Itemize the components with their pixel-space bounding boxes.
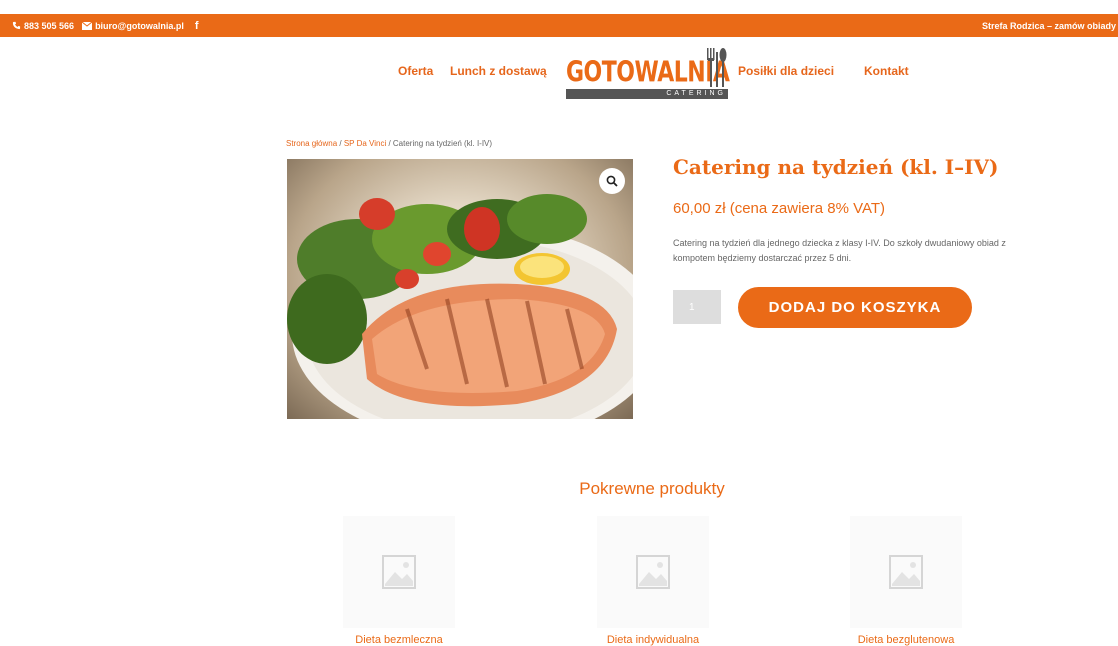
image-placeholder-icon: [382, 555, 416, 589]
product-price: 60,00 zł (cena zawiera 8% VAT): [673, 200, 886, 217]
product-description: Catering na tydzień dla jednego dziecka …: [673, 238, 1006, 263]
product-image[interactable]: [287, 159, 633, 419]
image-placeholder-icon: [636, 555, 670, 589]
nav-item-oferta[interactable]: Oferta: [398, 64, 433, 78]
placeholder-image[interactable]: [850, 516, 962, 628]
envelope-icon: [82, 21, 93, 30]
related-product-name[interactable]: Dieta bezmleczna: [343, 634, 455, 646]
breadcrumb-home[interactable]: Strona główna: [286, 139, 337, 148]
parent-zone-link[interactable]: Strefa Rodzica – zamów obiady: [982, 14, 1118, 37]
add-to-cart-button[interactable]: DODAJ DO KOSZYKA: [738, 287, 972, 328]
logo-tagline: CATERING: [566, 89, 728, 99]
nav-item-posilki-dla-dzieci[interactable]: Posiłki dla dzieci: [738, 64, 834, 78]
related-product-name[interactable]: Dieta bezglutenowa: [850, 634, 962, 646]
site-logo[interactable]: GOTOWALNIA CATERING: [566, 46, 730, 102]
related-products-heading: Pokrewne produkty: [579, 479, 725, 498]
phone-link[interactable]: 883 505 566: [12, 21, 74, 31]
zoom-icon: [606, 175, 618, 187]
product-title: Catering na tydzień (kl. I–IV): [673, 155, 999, 179]
related-product-name[interactable]: Dieta indywidualna: [597, 634, 709, 646]
breadcrumb-current: Catering na tydzień (kl. I-IV): [392, 139, 493, 148]
breadcrumb-separator: /: [337, 139, 344, 148]
email-link[interactable]: biuro@gotowalnia.pl: [82, 21, 184, 31]
breadcrumb-separator: /: [386, 139, 393, 148]
top-bar: 883 505 566 biuro@gotowalnia.pl f Strefa…: [0, 14, 1118, 37]
email-address: biuro@gotowalnia.pl: [95, 20, 184, 31]
placeholder-image[interactable]: [597, 516, 709, 628]
breadcrumb-category[interactable]: SP Da Vinci: [344, 139, 386, 148]
main-navigation: Oferta Lunch z dostawą Posiłki dla dziec…: [0, 52, 1118, 102]
phone-icon: [12, 21, 21, 30]
logo-wordmark: GOTOWALNIA: [566, 57, 730, 90]
placeholder-image[interactable]: [343, 516, 455, 628]
utensils-icon: [707, 48, 727, 87]
image-placeholder-icon: [889, 555, 923, 589]
nav-item-kontakt[interactable]: Kontakt: [864, 64, 909, 78]
phone-number: 883 505 566: [24, 20, 75, 31]
nav-item-lunch[interactable]: Lunch z dostawą: [450, 64, 547, 78]
salmon-dish-illustration: [287, 194, 633, 419]
quantity-input[interactable]: [673, 290, 721, 324]
facebook-icon[interactable]: f: [195, 20, 199, 32]
breadcrumb: Strona główna / SP Da Vinci / Catering n…: [286, 139, 492, 148]
zoom-button[interactable]: [599, 168, 625, 194]
contact-info: 883 505 566 biuro@gotowalnia.pl f: [12, 14, 199, 37]
